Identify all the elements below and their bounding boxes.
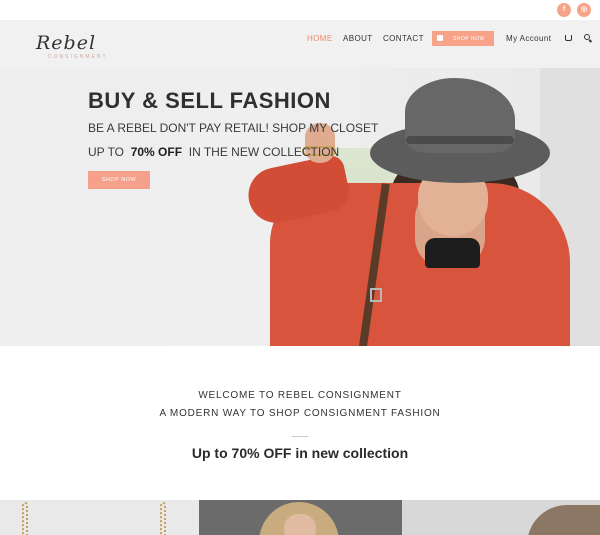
nav-contact[interactable]: CONTACT [383, 34, 424, 43]
promo-headline: Up to 70% OFF in new collection [191, 445, 409, 461]
featured-image-jewelry[interactable] [0, 500, 199, 535]
bag-buckle [370, 288, 382, 302]
necklace-chain [160, 502, 166, 535]
section-divider [292, 436, 308, 437]
model-camisole [425, 238, 480, 268]
necklace-chain [22, 502, 28, 535]
cart-icon[interactable] [565, 35, 572, 41]
instagram-icon[interactable]: ◎ [577, 3, 591, 17]
site-header: Rebel CONSIGNMENT HOME ABOUT CONTACT SHO… [0, 20, 600, 68]
featured-image-accessories[interactable] [402, 500, 600, 535]
nav-my-account[interactable]: My Account [506, 34, 551, 43]
welcome-section: WELCOME TO REBEL CONSIGNMENT A MODERN WA… [0, 346, 600, 500]
hero-title: BUY & SELL FASHION [88, 88, 331, 113]
hero-subtitle: BE A REBEL DON'T PAY RETAIL! SHOP MY CLO… [88, 121, 379, 135]
featured-images-row [0, 500, 600, 535]
logo-subtitle: CONSIGNMENT [48, 54, 108, 60]
shopping-bag-icon [437, 35, 443, 41]
nav-about[interactable]: ABOUT [343, 34, 373, 43]
featured-image-model[interactable] [199, 500, 402, 535]
welcome-line: WELCOME TO REBEL CONSIGNMENT [198, 390, 402, 401]
hero-banner: BUY & SELL FASHION BE A REBEL DON'T PAY … [0, 68, 600, 346]
nav-home[interactable]: HOME [307, 34, 333, 43]
hero-promo: UP TO 70% OFF IN THE NEW COLLECTION [88, 145, 339, 159]
hat-band [406, 136, 514, 144]
nav-shop-now-label: SHOP NOW [453, 36, 485, 42]
hero-promo-prefix: UP TO [88, 145, 125, 159]
logo-script: Rebel [36, 32, 97, 54]
facebook-icon[interactable]: f [557, 3, 571, 17]
search-icon[interactable] [584, 34, 590, 40]
top-bar: f ◎ [0, 0, 600, 20]
site-logo[interactable]: Rebel CONSIGNMENT [36, 32, 136, 64]
nav-shop-now-button[interactable]: SHOP NOW [432, 31, 494, 46]
accessory-shape [527, 505, 600, 535]
hero-promo-discount: 70% OFF [130, 145, 183, 159]
model-face [284, 514, 316, 535]
hero-promo-suffix: IN THE NEW COLLECTION [188, 145, 340, 159]
hero-shop-now-button[interactable]: SHOP NOW [88, 171, 150, 189]
welcome-tagline: A MODERN WAY TO SHOP CONSIGNMENT FASHION [159, 408, 441, 419]
